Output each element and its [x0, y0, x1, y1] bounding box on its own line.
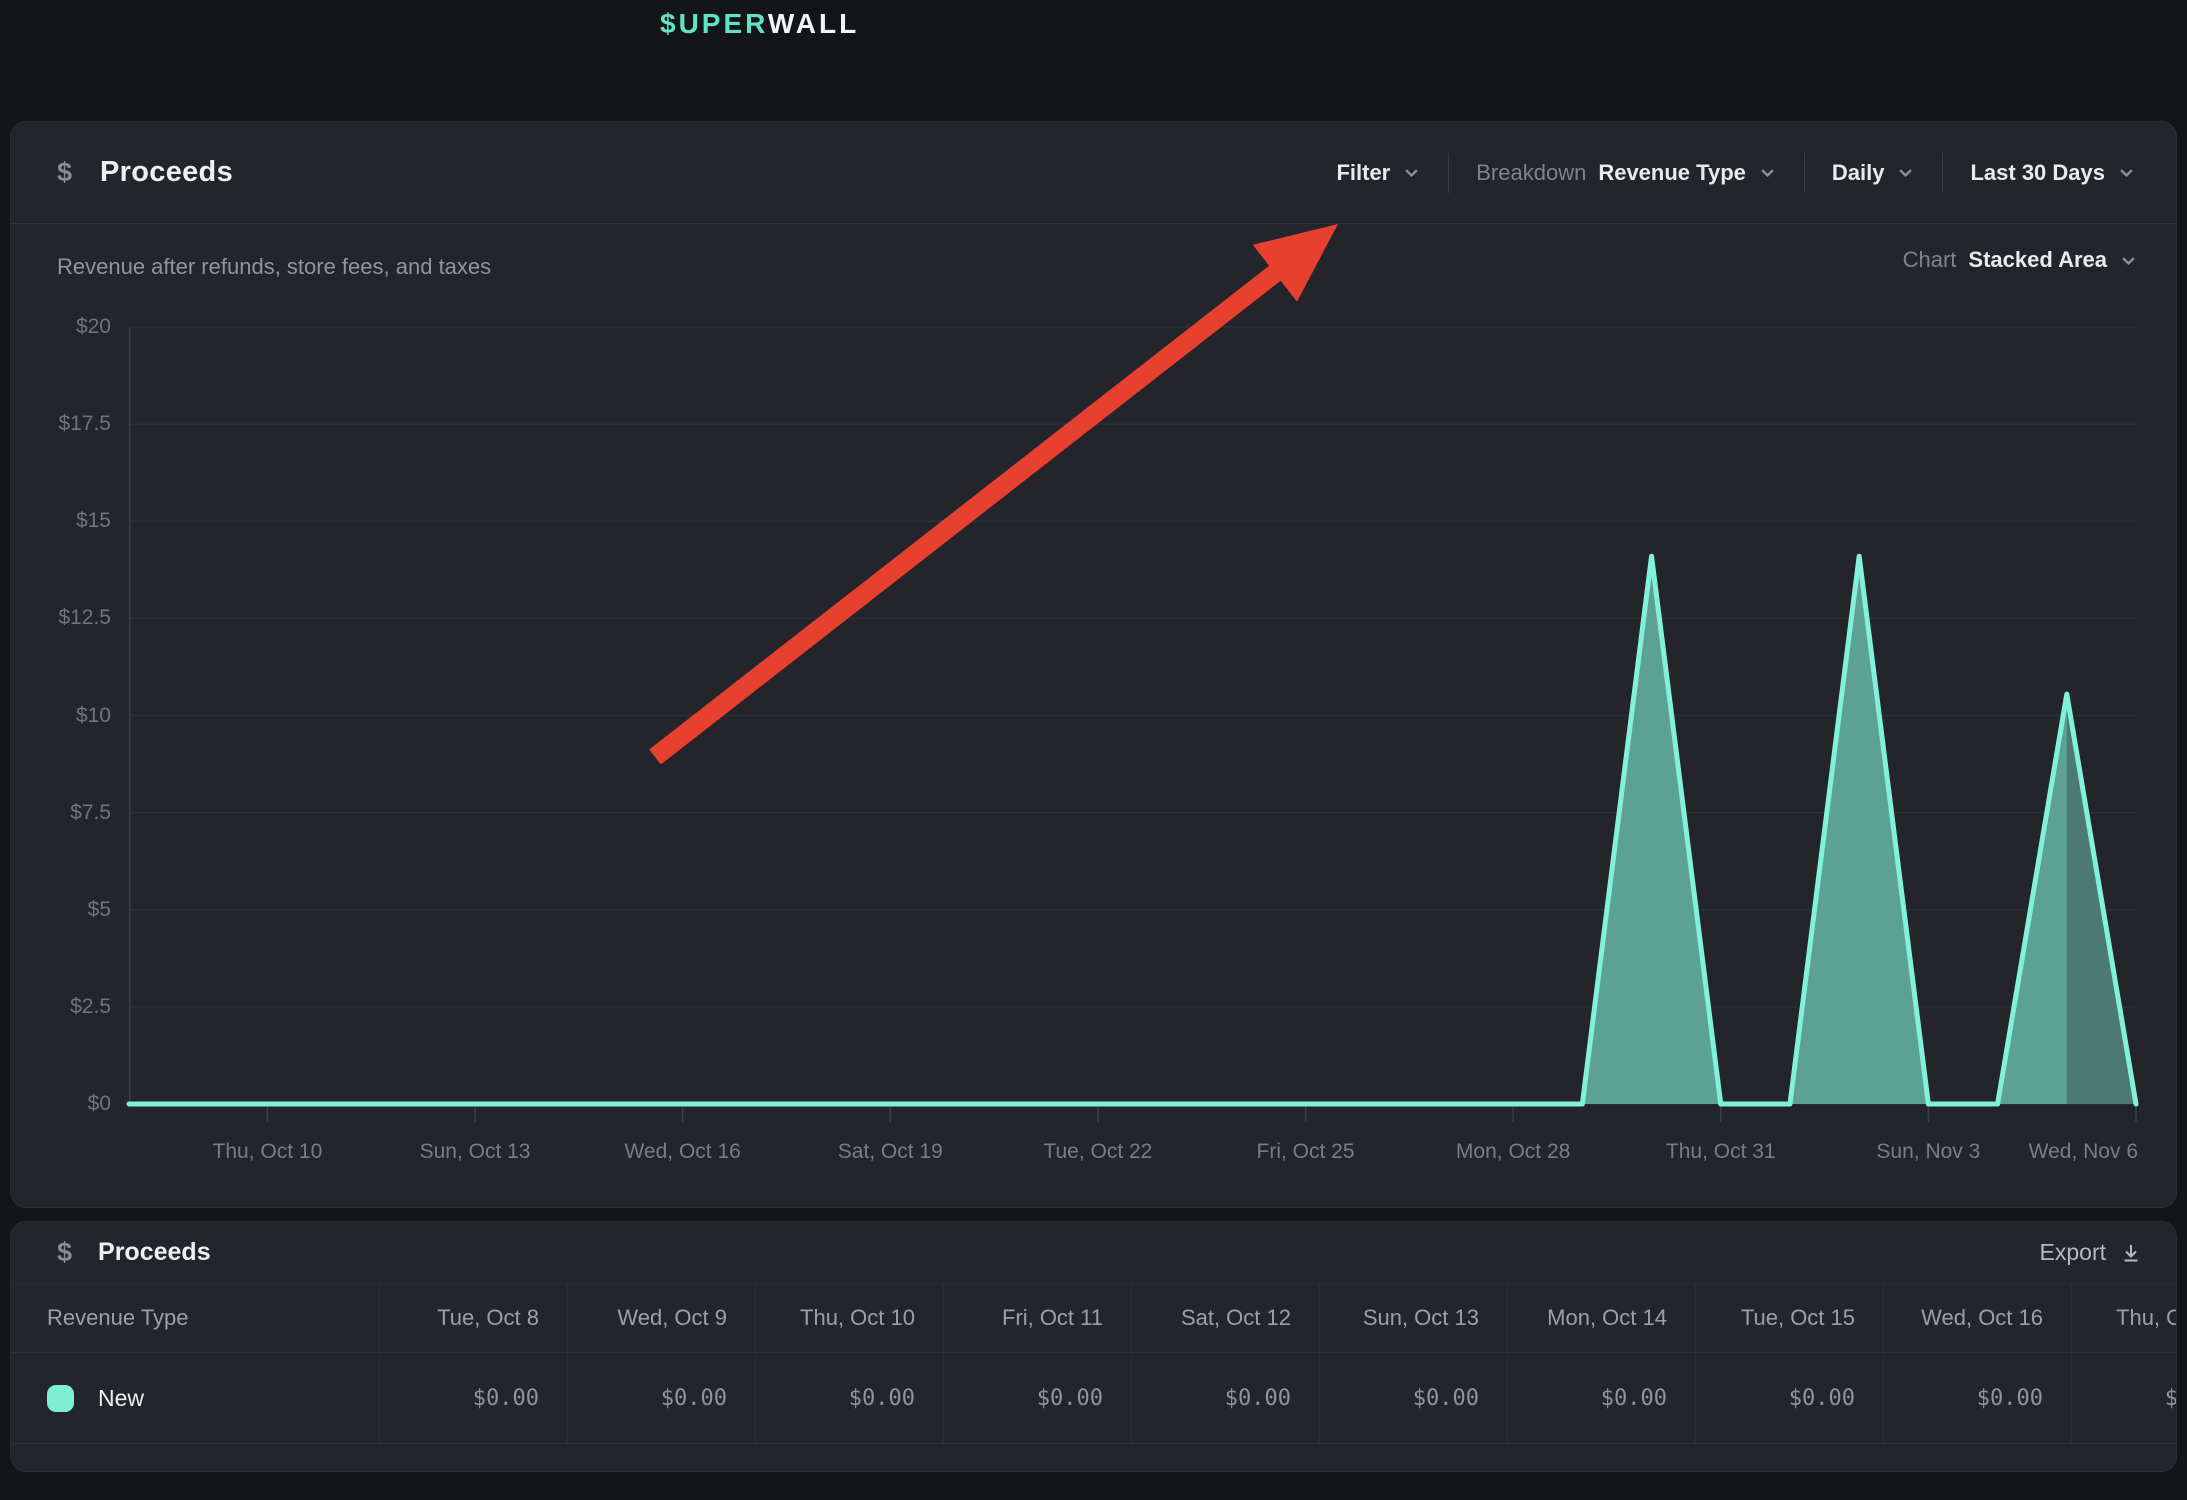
- y-axis-label: $20: [11, 313, 111, 341]
- x-axis-label: Thu, Oct 31: [1636, 1138, 1806, 1166]
- table-panel-header: $ Proceeds Export: [11, 1222, 2176, 1284]
- export-button[interactable]: Export: [2040, 1239, 2142, 1266]
- x-axis-label: Wed, Oct 16: [598, 1138, 768, 1166]
- date-column-header: Wed, Oct 9: [567, 1284, 755, 1352]
- download-icon: [2120, 1242, 2142, 1264]
- dollar-icon: $: [57, 157, 72, 188]
- chart-type-value: Stacked Area: [1968, 247, 2107, 273]
- x-axis-label: Fri, Oct 25: [1221, 1138, 1391, 1166]
- export-label: Export: [2040, 1239, 2106, 1266]
- dollar-icon: $: [57, 1237, 72, 1268]
- granularity-value: Daily: [1832, 160, 1885, 186]
- table-row: New$0.00$0.00$0.00$0.00$0.00$0.00$0.00$0…: [11, 1353, 2176, 1444]
- chevron-down-icon: [1402, 163, 1421, 182]
- x-axis-label: Thu, Oct 10: [182, 1138, 352, 1166]
- filter-dropdown[interactable]: Filter: [1336, 160, 1421, 186]
- y-axis-label: $17.5: [11, 410, 111, 438]
- divider: [1804, 153, 1805, 193]
- granularity-dropdown[interactable]: Daily: [1832, 160, 1916, 186]
- date-range-dropdown[interactable]: Last 30 Days: [1970, 160, 2136, 186]
- value-cell: $0.00: [1319, 1353, 1507, 1443]
- x-axis-label: Sat, Oct 19: [805, 1138, 975, 1166]
- chart-subtitle: Revenue after refunds, store fees, and t…: [57, 254, 491, 280]
- x-axis-label: Sun, Oct 13: [390, 1138, 560, 1166]
- value-cell: $0.00: [943, 1353, 1131, 1443]
- value-cell: $0.00: [1695, 1353, 1883, 1443]
- value-cell: $0.00: [1507, 1353, 1695, 1443]
- table-panel-title: Proceeds: [98, 1238, 211, 1267]
- chart-panel-title: Proceeds: [100, 156, 233, 189]
- chart-type-label: Chart: [1903, 247, 1957, 273]
- date-column-header: Mon, Oct 14: [1507, 1284, 1695, 1352]
- date-column-header: Tue, Oct 8: [379, 1284, 567, 1352]
- date-column-header: Thu, Oct 17: [2071, 1284, 2177, 1352]
- value-cell: $0.00: [567, 1353, 755, 1443]
- revenue-type-column-header: Revenue Type: [11, 1284, 379, 1352]
- date-column-header: Sun, Oct 13: [1319, 1284, 1507, 1352]
- y-axis-label: $7.5: [11, 799, 111, 827]
- app-logo[interactable]: $UPERWALL: [660, 8, 859, 40]
- x-axis-label: Tue, Oct 22: [1013, 1138, 1183, 1166]
- value-cell: $0.00: [379, 1353, 567, 1443]
- chevron-down-icon: [2119, 251, 2138, 270]
- value-cell: $0.00: [1131, 1353, 1319, 1443]
- value-cell: $0.00: [2071, 1353, 2177, 1443]
- y-axis-label: $15: [11, 507, 111, 535]
- chevron-down-icon: [2117, 163, 2136, 182]
- chevron-down-icon: [1896, 163, 1915, 182]
- y-axis-label: $10: [11, 702, 111, 730]
- date-range-value: Last 30 Days: [1970, 160, 2105, 186]
- filter-label: Filter: [1336, 160, 1390, 186]
- chart-panel-header: $ Proceeds Filter Breakdown Revenue Type…: [11, 122, 2176, 224]
- y-axis-label: $2.5: [11, 993, 111, 1021]
- logo-suffix: WALL: [768, 8, 859, 39]
- divider: [1942, 153, 1943, 193]
- chart-controls: Filter Breakdown Revenue Type Daily Last…: [1336, 153, 2136, 193]
- proceeds-chart-panel: $ Proceeds Filter Breakdown Revenue Type…: [10, 121, 2177, 1208]
- breakdown-dropdown[interactable]: Breakdown Revenue Type: [1476, 160, 1777, 186]
- row-label: New: [98, 1385, 144, 1412]
- breakdown-value: Revenue Type: [1598, 160, 1746, 186]
- date-column-header: Tue, Oct 15: [1695, 1284, 1883, 1352]
- stacked-area-chart: [129, 327, 2136, 1127]
- table-header-row: Revenue Type Tue, Oct 8Wed, Oct 9Thu, Oc…: [11, 1284, 2176, 1353]
- date-column-header: Sat, Oct 12: [1131, 1284, 1319, 1352]
- table-body: New$0.00$0.00$0.00$0.00$0.00$0.00$0.00$0…: [11, 1353, 2176, 1444]
- y-axis-label: $0: [11, 1090, 111, 1118]
- chart-type-dropdown[interactable]: Chart Stacked Area: [1903, 247, 2138, 273]
- logo-prefix: $UPER: [660, 8, 768, 39]
- value-cell: $0.00: [1883, 1353, 2071, 1443]
- y-axis-label: $12.5: [11, 604, 111, 632]
- y-axis-label: $5: [11, 896, 111, 924]
- series-color-swatch: [47, 1385, 74, 1412]
- date-column-header: Thu, Oct 10: [755, 1284, 943, 1352]
- date-column-header: Wed, Oct 16: [1883, 1284, 2071, 1352]
- proceeds-table-panel: $ Proceeds Export Revenue Type Tue, Oct …: [10, 1221, 2177, 1472]
- value-cell: $0.00: [755, 1353, 943, 1443]
- breakdown-label: Breakdown: [1476, 160, 1586, 186]
- date-column-header: Fri, Oct 11: [943, 1284, 1131, 1352]
- x-axis-label: Wed, Nov 6: [1974, 1138, 2138, 1166]
- chevron-down-icon: [1758, 163, 1777, 182]
- x-axis-label: Mon, Oct 28: [1428, 1138, 1598, 1166]
- divider: [1448, 153, 1449, 193]
